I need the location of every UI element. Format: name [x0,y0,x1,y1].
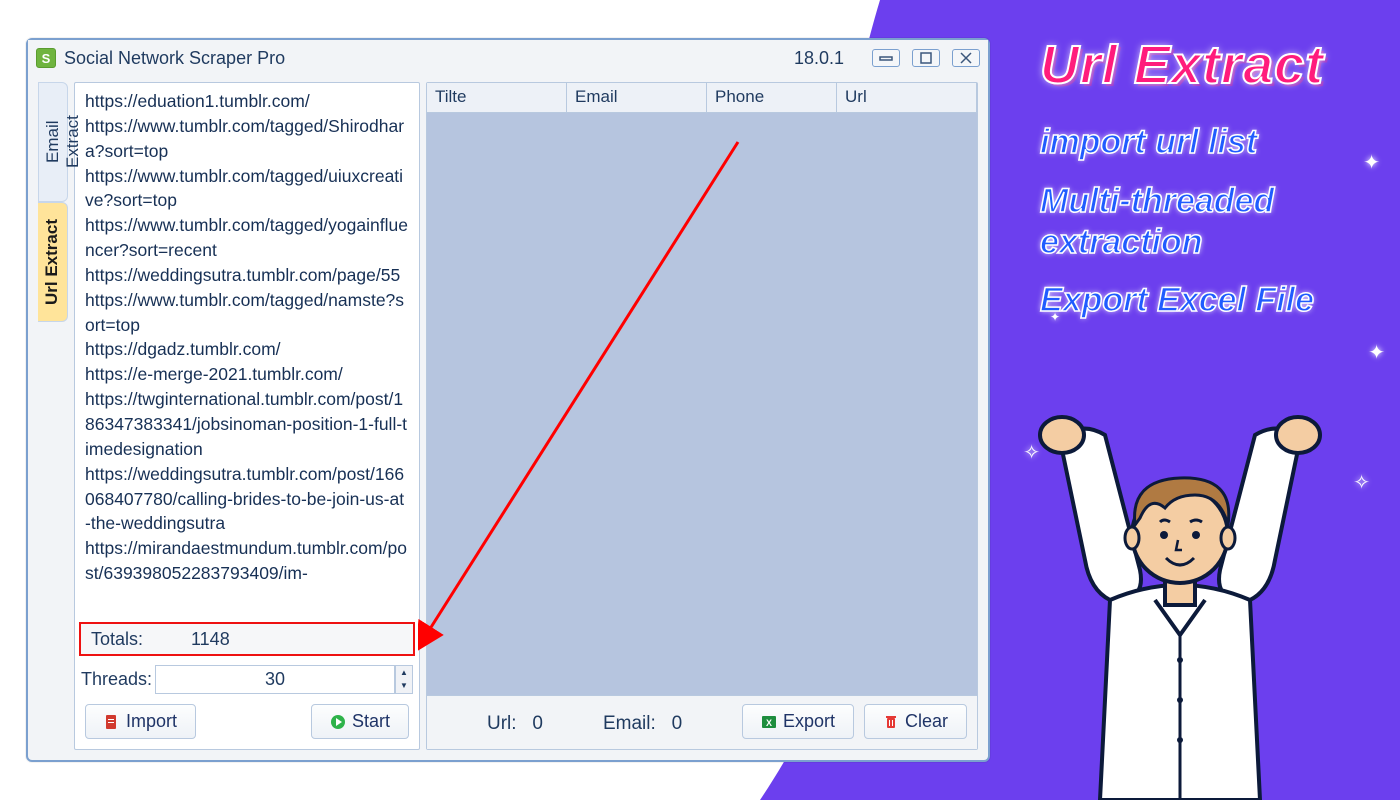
column-header-url[interactable]: Url [837,83,977,113]
maximize-button[interactable] [912,49,940,67]
export-button[interactable]: X Export [742,704,854,739]
right-panel: Tilte Email Phone Url Url: 0 Email: 0 [426,82,978,750]
app-icon: S [36,48,56,68]
totals-row: Totals: 1148 [79,622,415,656]
file-icon [104,714,120,730]
client-area: Email Extract Url Extract https://eduati… [28,76,988,760]
sparkle-icon: ✦ [1368,340,1385,365]
column-header-email[interactable]: Email [567,83,707,113]
clear-button-label: Clear [905,711,948,732]
left-button-bar: Import Start [75,704,419,749]
vertical-tabs: Email Extract Url Extract [38,82,68,750]
grid-header: Tilte Email Phone Url [427,83,977,113]
excel-icon: X [761,714,777,730]
status-url: Url: 0 [487,713,543,735]
column-header-title[interactable]: Tilte [427,83,567,113]
tab-email-extract[interactable]: Email Extract [38,82,68,202]
app-window: S Social Network Scraper Pro 18.0.1 Emai… [26,38,990,762]
hero-feature-3: Export Excel File [1040,280,1390,321]
start-button-label: Start [352,711,390,732]
threads-input[interactable] [155,665,395,694]
import-button[interactable]: Import [85,704,196,739]
version-label: 18.0.1 [794,48,844,69]
titlebar: S Social Network Scraper Pro 18.0.1 [28,40,988,76]
status-email-label: Email: [603,713,656,734]
threads-stepper[interactable]: ▲ ▼ [395,665,413,694]
status-url-label: Url: [487,713,517,734]
status-bar: Url: 0 Email: 0 X Export [427,695,977,749]
minimize-icon [879,54,893,62]
person-illustration [990,400,1370,800]
threads-label: Threads: [81,669,155,690]
window-title: Social Network Scraper Pro [64,48,285,69]
hero-title: Url Extract [1040,34,1390,96]
minimize-button[interactable] [872,49,900,67]
start-button[interactable]: Start [311,704,409,739]
status-email: Email: 0 [603,713,682,735]
hero-feature-2: Multi-threaded extraction [1040,181,1390,263]
chevron-up-icon[interactable]: ▲ [396,666,412,680]
chevron-down-icon[interactable]: ▼ [396,679,412,693]
import-button-label: Import [126,711,177,732]
status-url-value: 0 [532,713,543,734]
column-header-phone[interactable]: Phone [707,83,837,113]
clear-button[interactable]: Clear [864,704,967,739]
threads-row: Threads: ▲ ▼ [81,662,413,696]
export-button-label: Export [783,711,835,732]
close-icon [960,52,972,64]
close-button[interactable] [952,49,980,67]
grid-body[interactable] [427,113,977,695]
totals-label: Totals: [91,629,191,650]
tab-url-extract[interactable]: Url Extract [38,202,68,322]
svg-text:X: X [766,718,772,728]
url-list-textarea[interactable]: https://eduation1.tumblr.com/ https://ww… [75,83,419,620]
hero-feature-1: import url list [1040,122,1390,163]
maximize-icon [920,52,932,64]
status-email-value: 0 [672,713,683,734]
play-icon [330,714,346,730]
trash-icon [883,714,899,730]
totals-value: 1148 [191,629,230,650]
hero-text: Url Extract import url list Multi-thread… [1040,34,1390,339]
left-panel: https://eduation1.tumblr.com/ https://ww… [74,82,420,750]
